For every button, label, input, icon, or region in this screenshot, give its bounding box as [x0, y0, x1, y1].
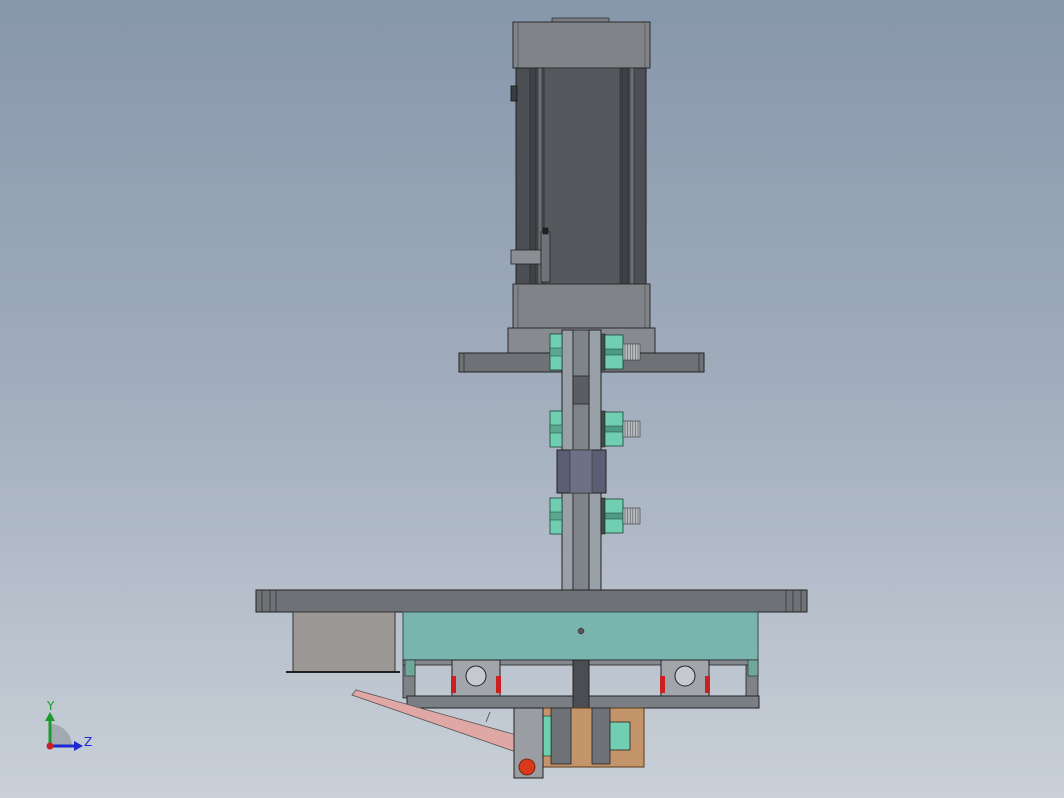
cad-viewport[interactable]: Y Z	[0, 0, 1064, 798]
housing-screw	[577, 627, 585, 635]
triad-z-label: Z	[84, 735, 93, 749]
bearing-left	[451, 659, 501, 697]
triad-y-label: Y	[47, 699, 55, 713]
washer	[600, 497, 606, 535]
motor-connector	[510, 85, 518, 102]
threaded-stud	[622, 343, 641, 361]
side-block	[292, 611, 396, 673]
threaded-stud	[622, 507, 641, 525]
sensor-bracket	[510, 249, 542, 265]
vertical-column	[556, 329, 607, 591]
left-nut-face	[549, 511, 563, 521]
washer	[600, 333, 606, 371]
motor-bottom-cap	[512, 283, 651, 329]
threaded-stud	[622, 420, 641, 438]
coordinate-triad-icon	[45, 712, 83, 751]
sensor-body	[540, 231, 551, 283]
left-nut-face	[549, 424, 563, 434]
left-nut-face	[549, 347, 563, 357]
cad-model-view[interactable]	[0, 0, 1064, 798]
motor-top-cap	[512, 21, 651, 69]
lever-knob[interactable]	[518, 758, 536, 776]
housing	[402, 611, 759, 661]
bearing-right	[660, 659, 710, 697]
base-plate	[255, 589, 808, 613]
motor-assembly[interactable]	[507, 17, 656, 354]
washer	[600, 410, 606, 448]
